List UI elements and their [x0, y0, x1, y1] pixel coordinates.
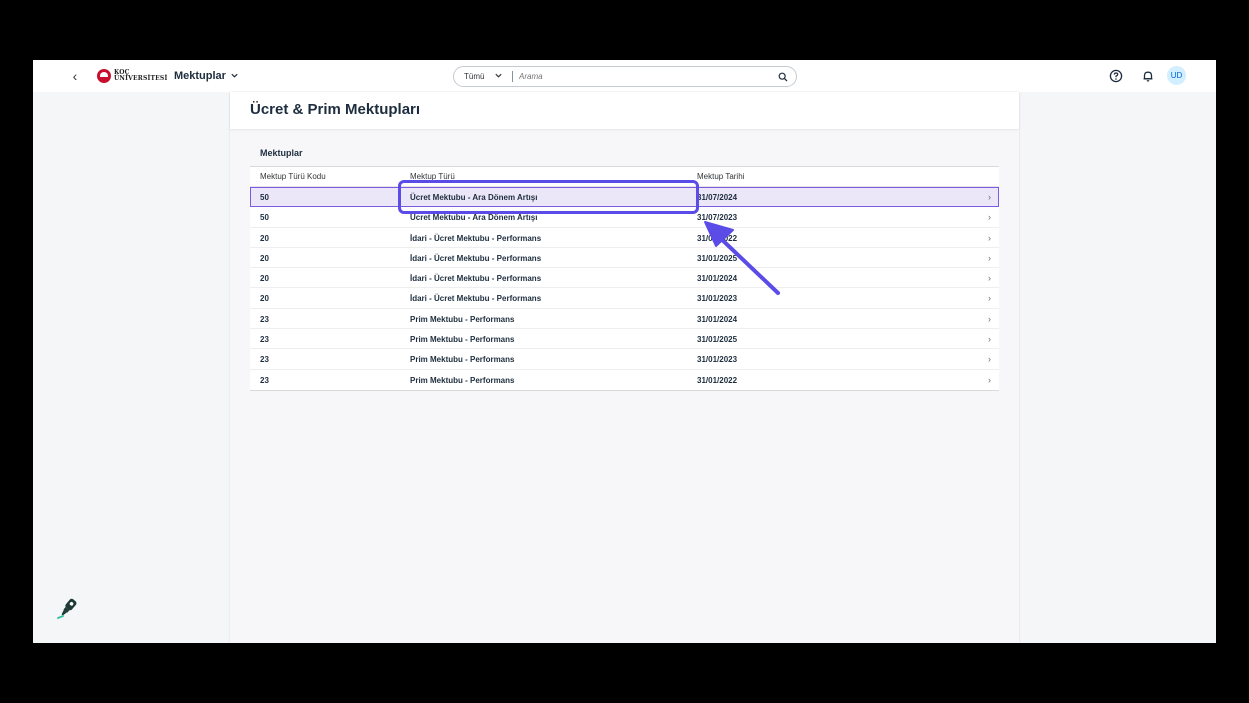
cell-code: 20 [260, 294, 269, 304]
logo-mark-icon [97, 69, 111, 83]
cell-code: 23 [260, 335, 269, 345]
table-row[interactable]: 23 Prim Mektubu - Performans 31/01/2023 › [250, 349, 999, 370]
cell-type: Ücret Mektubu - Ara Dönem Artışı [410, 193, 538, 202]
cell-type: Prim Mektubu - Performans [410, 375, 515, 385]
column-header-code[interactable]: Mektup Türü Kodu [260, 172, 326, 181]
cell-code: 20 [260, 253, 269, 263]
bell-icon[interactable] [1141, 69, 1155, 83]
page-title: Ücret & Prim Mektupları [250, 101, 421, 118]
chevron-right-icon: › [988, 313, 991, 324]
search-icon[interactable] [770, 67, 796, 86]
cell-type: Prim Mektubu - Performans [410, 314, 515, 324]
chevron-right-icon: › [988, 334, 991, 345]
chevron-left-icon: ‹ [72, 68, 78, 84]
page-content: Ücret & Prim Mektupları Mektuplar Mektup… [230, 92, 1019, 643]
column-header-date[interactable]: Mektup Tarihi [697, 172, 744, 181]
chevron-right-icon: › [988, 192, 991, 202]
table-row[interactable]: 23 Prim Mektubu - Performans 31/01/2022 › [250, 370, 999, 390]
help-icon[interactable] [1109, 69, 1123, 83]
letters-table: Mektuplar Mektup Türü Kodu Mektup Türü M… [250, 140, 999, 391]
chevron-down-icon [494, 71, 503, 82]
cell-date: 31/01/2024 [697, 274, 738, 284]
table-row[interactable]: 50 Ücret Mektubu - Ara Dönem Artışı 31/07/… [250, 187, 999, 208]
cell-code: 23 [260, 375, 269, 385]
search-bar: Tümü [453, 66, 797, 87]
cell-type: İdari - Ücret Mektubu - Performans [410, 274, 542, 284]
chevron-right-icon: › [988, 374, 991, 385]
cell-type: İdari - Ücret Mektubu - Performans [410, 233, 542, 243]
chevron-down-icon [230, 71, 239, 82]
table-title: Mektuplar [260, 148, 303, 158]
search-input[interactable] [513, 67, 770, 86]
app-title: Mektuplar [174, 70, 226, 82]
table-row[interactable]: 50 Ücret Mektubu - Ara Dönem Artışı 31/07/… [250, 207, 999, 228]
cell-date: 31/01/2025 [697, 335, 738, 345]
cell-date: 31/01/2022 [697, 233, 738, 243]
cell-code: 50 [260, 193, 269, 202]
table-row[interactable]: 23 Prim Mektubu - Performans 31/01/2024 › [250, 309, 999, 330]
table-row[interactable]: 20 İdari - Ücret Mektubu - Performans 31/0… [250, 268, 999, 289]
search-scope-value: Tümü [464, 72, 485, 81]
company-logo[interactable]: KOÇ ÜNİVERSİTESİ [97, 68, 167, 84]
cell-type: Prim Mektubu - Performans [410, 355, 515, 365]
logo-text: KOÇ ÜNİVERSİTESİ [114, 70, 167, 82]
logo-line2: ÜNİVERSİTESİ [114, 75, 168, 82]
cell-code: 23 [260, 314, 269, 324]
back-button[interactable]: ‹ [67, 68, 83, 84]
cell-code: 20 [260, 233, 269, 243]
cell-type: Prim Mektubu - Performans [410, 335, 515, 345]
cell-date: 31/01/2023 [697, 355, 738, 365]
cell-date: 31/01/2025 [697, 253, 738, 263]
user-avatar[interactable]: UD [1167, 66, 1186, 85]
cell-code: 23 [260, 355, 269, 365]
shell-bar: ‹ KOÇ ÜNİVERSİTESİ Mektuplar Tümü Arama … [33, 60, 1216, 92]
screen: ‹ KOÇ ÜNİVERSİTESİ Mektuplar Tümü Arama … [33, 60, 1216, 643]
table-body: 50 Ücret Mektubu - Ara Dönem Artışı 31/07/… [250, 187, 999, 391]
cell-date: 31/07/2023 [697, 213, 738, 223]
cell-code: 50 [260, 213, 269, 223]
chevron-right-icon: › [988, 252, 991, 263]
table-row[interactable]: 23 Prim Mektubu - Performans 31/01/2025 › [250, 329, 999, 350]
chevron-right-icon: › [988, 273, 991, 284]
table-row[interactable]: 20 İdari - Ücret Mektubu - Performans 31/0… [250, 288, 999, 309]
cell-type: İdari - Ücret Mektubu - Performans [410, 294, 542, 304]
cell-code: 20 [260, 274, 269, 284]
column-header-type[interactable]: Mektup Türü [410, 172, 455, 181]
page-header: Ücret & Prim Mektupları [230, 92, 1019, 129]
cell-type: Ücret Mektubu - Ara Dönem Artışı [410, 213, 538, 223]
table-row[interactable]: 20 İdari - Ücret Mektubu - Performans 31/0… [250, 228, 999, 248]
cell-date: 31/07/2024 [697, 193, 738, 202]
table-header: Mektup Türü Kodu Mektup Türü Mektup Tari… [250, 166, 999, 187]
chevron-right-icon: › [988, 232, 991, 243]
chevron-right-icon: › [988, 212, 991, 223]
chevron-right-icon: › [988, 354, 991, 365]
cell-date: 31/01/2022 [697, 375, 738, 385]
cell-date: 31/01/2023 [697, 294, 738, 304]
cell-date: 31/01/2024 [697, 314, 738, 324]
app-title-menu[interactable]: Mektuplar [174, 68, 239, 84]
table-row[interactable]: 20 İdari - Ücret Mektubu - Performans 31/0… [250, 248, 999, 269]
search-scope-select[interactable]: Tümü [454, 67, 512, 86]
cell-type: İdari - Ücret Mektubu - Performans [410, 253, 542, 263]
brush-icon[interactable] [56, 596, 80, 622]
chevron-right-icon: › [988, 293, 991, 304]
